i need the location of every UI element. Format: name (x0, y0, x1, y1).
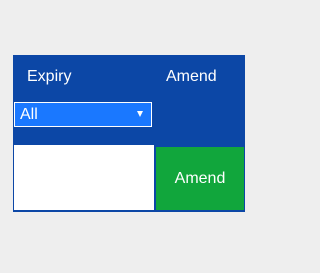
amend-button[interactable]: Amend (156, 147, 244, 210)
expiry-select-value: All (20, 106, 38, 123)
expiry-select[interactable]: All (14, 102, 152, 127)
expiry-input[interactable] (14, 145, 154, 210)
chevron-down-icon (137, 111, 143, 117)
amend-header-label: Amend (166, 68, 217, 85)
expiry-header-label: Expiry (27, 68, 72, 85)
amend-panel: Expiry Amend All Amend (13, 55, 245, 212)
